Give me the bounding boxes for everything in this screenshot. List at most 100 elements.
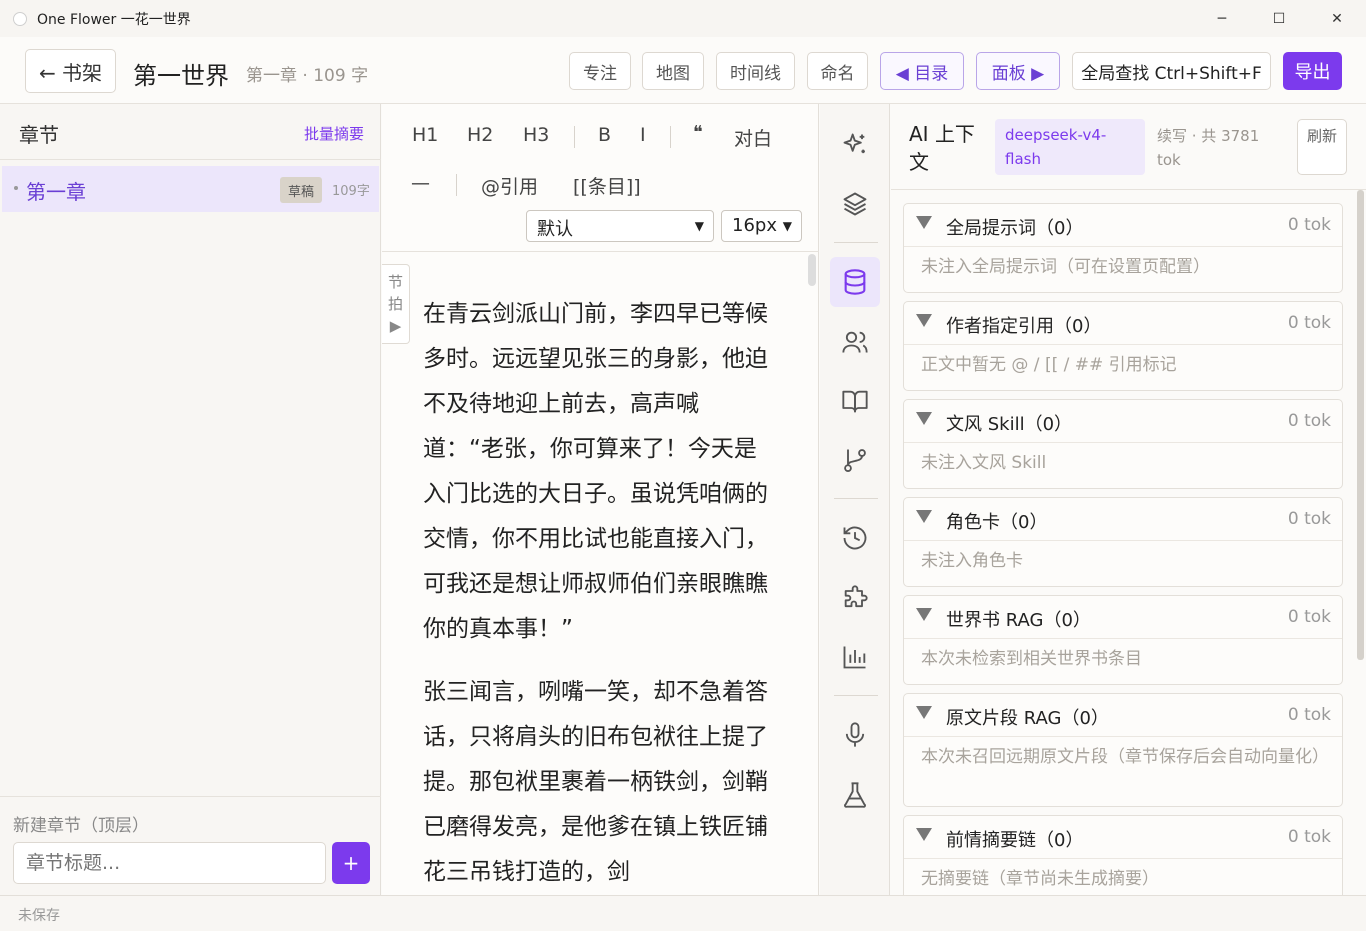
horizontal-rule-button[interactable]: — [411, 172, 430, 194]
context-section-style-skill: 文风 Skill（0） 0 tok 未注入文风 Skill [903, 399, 1343, 489]
database-icon[interactable] [830, 257, 880, 307]
minimize-button[interactable]: ─ [1193, 0, 1251, 37]
tool-rail [820, 104, 890, 895]
editor-content[interactable]: 在青云剑派山门前，李四早已等候多时。远远望见张三的身影，他迫不及待地迎上前去，高… [423, 292, 773, 913]
puzzle-icon[interactable] [830, 573, 880, 623]
font-size-value: 16px [732, 215, 777, 236]
batch-summary-link[interactable]: 批量摘要 [304, 123, 364, 144]
context-section-worldbook-rag: 世界书 RAG（0） 0 tok 本次未检索到相关世界书条目 [903, 595, 1343, 685]
app-logo-icon [13, 11, 27, 26]
refresh-button[interactable]: 刷新 [1297, 119, 1347, 175]
section-title: 全局提示词（0） [946, 218, 1084, 239]
font-size-select[interactable]: 16px ▼ [721, 210, 802, 242]
ai-panel-header: AI 上下文 deepseek-v4-flash 续写 · 共 3781 tok… [891, 104, 1366, 190]
section-title: 原文片段 RAG（0） [946, 708, 1109, 729]
sidebar-header: 章节 批量摘要 [0, 104, 381, 160]
sparkles-icon[interactable] [830, 120, 880, 170]
entry-link-button[interactable]: [[条目]] [573, 172, 641, 199]
book-title: 第一世界 [133, 62, 229, 90]
layers-icon[interactable] [830, 179, 880, 229]
h2-button[interactable]: H2 [467, 124, 493, 146]
back-to-shelf-button[interactable]: ← 书架 [25, 49, 116, 93]
chevron-down-icon: ▼ [694, 219, 704, 233]
users-icon[interactable] [830, 317, 880, 367]
chapter-item[interactable]: 第一章 草稿 109字 [2, 166, 379, 212]
section-token-count: 0 tok [1287, 313, 1331, 333]
section-token-count: 0 tok [1287, 607, 1331, 627]
chapter-title-input[interactable] [13, 842, 326, 884]
collapse-triangle-icon [916, 828, 932, 841]
ai-panel-title: AI 上下文 [909, 122, 975, 174]
sidebar-title: 章节 [19, 123, 59, 147]
toolbar-divider [456, 174, 457, 196]
book-open-icon[interactable] [830, 376, 880, 426]
section-header[interactable]: 全局提示词（0） 0 tok [904, 204, 1342, 246]
h3-button[interactable]: H3 [523, 124, 549, 146]
font-family-value: 默认 [537, 219, 573, 240]
timeline-button[interactable]: 时间线 [716, 52, 795, 90]
book-meta: 第一章 · 109 字 [246, 66, 369, 86]
h1-button[interactable]: H1 [412, 124, 438, 146]
mic-icon[interactable] [830, 710, 880, 760]
chapter-word-count: 109字 [332, 184, 370, 199]
section-title: 角色卡（0） [946, 512, 1048, 533]
ai-context-panel: AI 上下文 deepseek-v4-flash 续写 · 共 3781 tok… [891, 104, 1366, 895]
editor-scrollbar[interactable] [808, 254, 816, 286]
italic-button[interactable]: I [640, 124, 646, 146]
paragraph: 在青云剑派山门前，李四早已等候多时。远远望见张三的身影，他迫不及待地迎上前去，高… [423, 301, 768, 642]
context-section-author-refs: 作者指定引用（0） 0 tok 正文中暂无 @ / [[ / ## 引用标记 [903, 301, 1343, 391]
section-title: 前情摘要链（0） [946, 830, 1084, 851]
git-branch-icon[interactable] [830, 435, 880, 485]
global-search-button[interactable]: 全局查找 Ctrl+Shift+F [1072, 52, 1271, 90]
context-section-global-prompt: 全局提示词（0） 0 tok 未注入全局提示词（可在设置页配置） [903, 203, 1343, 293]
ai-panel-scrollbar[interactable] [1357, 190, 1366, 895]
context-section-source-rag: 原文片段 RAG（0） 0 tok 本次未召回远期原文片段（章节保存后会自动向量… [903, 693, 1343, 807]
section-body: 正文中暂无 @ / [[ / ## 引用标记 [904, 344, 1342, 385]
naming-button[interactable]: 命名 [807, 52, 868, 90]
paragraph: 张三闻言，咧嘴一笑，却不急着答话，只将肩头的旧布包袱往上提了提。那包袱里裹着一柄… [423, 679, 768, 885]
flask-icon[interactable] [830, 770, 880, 820]
cite-button[interactable]: @引用 [481, 172, 538, 199]
play-icon: ▶ [389, 317, 402, 335]
section-token-count: 0 tok [1287, 827, 1331, 847]
toolbar-divider [670, 126, 671, 148]
window-title: One Flower 一花一世界 [37, 11, 191, 28]
section-header[interactable]: 世界书 RAG（0） 0 tok [904, 596, 1342, 638]
scrollbar-thumb[interactable] [1357, 190, 1364, 660]
window-titlebar: One Flower 一花一世界 ─ ☐ ✕ [0, 0, 1366, 37]
rail-divider [834, 695, 878, 696]
section-header[interactable]: 原文片段 RAG（0） 0 tok [904, 694, 1342, 736]
section-body: 未注入角色卡 [904, 540, 1342, 581]
focus-button[interactable]: 专注 [569, 52, 631, 90]
bar-chart-icon[interactable] [830, 632, 880, 682]
close-window-button[interactable]: ✕ [1308, 0, 1366, 37]
quote-button[interactable]: ❝ [693, 122, 703, 143]
panel-toggle-button[interactable]: 面板 ▶ [976, 52, 1060, 90]
section-header[interactable]: 角色卡（0） 0 tok [904, 498, 1342, 540]
collapse-triangle-icon [916, 216, 932, 229]
export-button[interactable]: 导出 [1283, 52, 1342, 90]
section-token-count: 0 tok [1287, 705, 1331, 725]
collapse-triangle-icon [916, 706, 932, 719]
new-chapter-label: 新建章节（顶层） [13, 816, 149, 836]
collapse-triangle-icon [916, 412, 932, 425]
section-header[interactable]: 作者指定引用（0） 0 tok [904, 302, 1342, 344]
section-header[interactable]: 前情摘要链（0） 0 tok [904, 816, 1342, 858]
rail-divider [834, 242, 878, 243]
maximize-button[interactable]: ☐ [1250, 0, 1308, 37]
collapse-triangle-icon [916, 510, 932, 523]
section-header[interactable]: 文风 Skill（0） 0 tok [904, 400, 1342, 442]
dialogue-button[interactable]: 对白 [734, 124, 772, 151]
chapter-name: 第一章 [26, 180, 86, 204]
history-icon[interactable] [830, 513, 880, 563]
map-button[interactable]: 地图 [642, 52, 704, 90]
font-family-select[interactable]: 默认 ▼ [526, 210, 714, 242]
beat-panel-toggle[interactable]: 节 拍 ▶ [382, 264, 410, 344]
rail-divider [834, 498, 878, 499]
new-chapter-area: 新建章节（顶层） + [0, 796, 381, 895]
toc-toggle-button[interactable]: ◀ 目录 [880, 52, 964, 90]
bold-button[interactable]: B [598, 124, 611, 146]
model-badge[interactable]: deepseek-v4-flash [995, 119, 1145, 175]
add-chapter-button[interactable]: + [332, 842, 370, 884]
context-section-summary-chain: 前情摘要链（0） 0 tok 无摘要链（章节尚未生成摘要） [903, 815, 1343, 895]
